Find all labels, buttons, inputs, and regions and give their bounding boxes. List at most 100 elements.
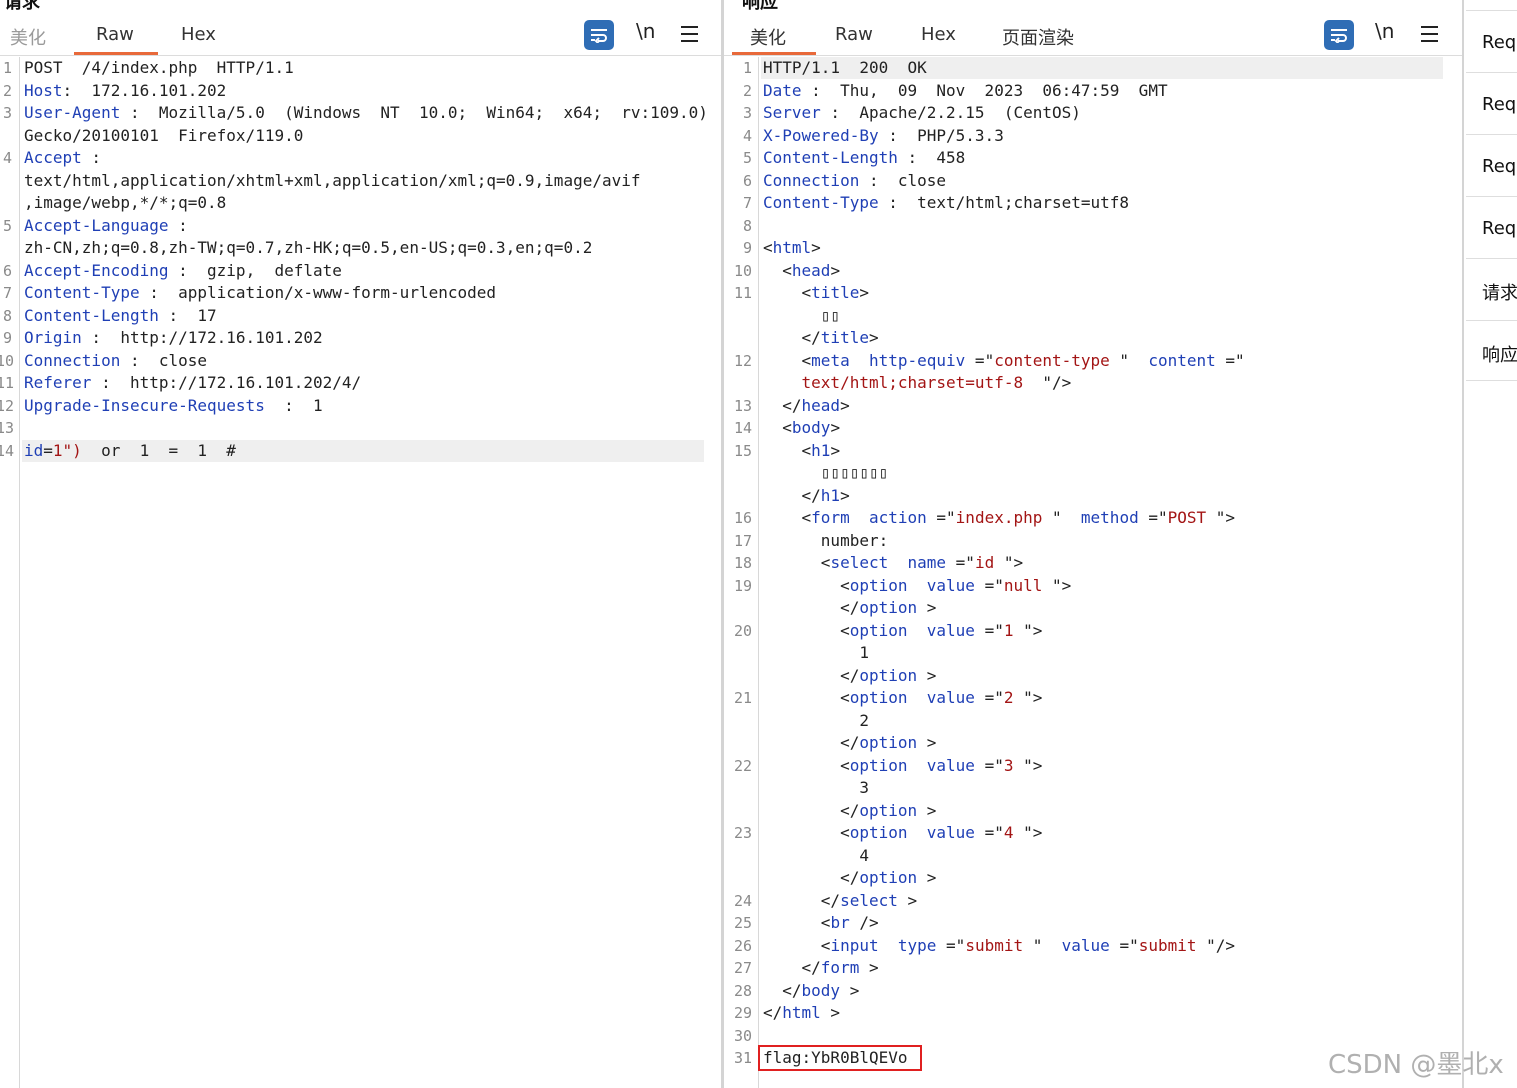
code-token: > — [859, 958, 879, 977]
line-number: 1 — [742, 59, 752, 77]
side-item-request-body[interactable]: Req — [1482, 156, 1516, 177]
code-token: 2 — [763, 710, 869, 730]
request-hamburger-menu-icon[interactable] — [681, 26, 698, 42]
inspector-side-panel: Req Req Req Req 请求 响应 — [1464, 0, 1517, 1088]
code-line: <option value ="1 "> — [763, 620, 1042, 642]
code-token: : PHP/5.3.3 — [878, 125, 1004, 145]
code-token: option — [849, 755, 908, 775]
code-token: Host — [24, 80, 63, 100]
code-token: POST /4/index.php HTTP/1.1 — [24, 58, 294, 77]
request-tab-raw[interactable]: Raw — [96, 24, 134, 45]
code-token: 4 — [763, 845, 869, 865]
line-number: 22 — [733, 756, 752, 775]
code-token: =" — [974, 575, 1004, 595]
code-token: =" — [965, 350, 995, 370]
side-separator — [1466, 196, 1517, 197]
code-token: < — [763, 913, 831, 932]
code-token: < — [763, 935, 831, 955]
side-separator — [1466, 380, 1517, 381]
code-token: option — [859, 598, 918, 617]
code-token: content — [1148, 350, 1216, 370]
code-token: : Apache/2.2.15 (CentOS) — [820, 103, 1081, 122]
code-token: action — [868, 508, 927, 527]
line-number: 21 — [733, 689, 752, 707]
line-number: 5 — [2, 216, 12, 235]
code-token: < — [763, 238, 773, 257]
code-token: /> — [849, 913, 879, 932]
line-number — [724, 485, 752, 507]
line-number: 9 — [742, 239, 752, 257]
request-newline-toggle[interactable]: \n — [636, 19, 655, 43]
code-token: "> — [1042, 575, 1072, 595]
side-item-request-headers[interactable]: 请求 — [1482, 279, 1517, 305]
code-token: h1 — [820, 485, 841, 505]
code-token: Accept-Encoding — [24, 260, 169, 280]
line-number — [724, 867, 752, 889]
code-token: : gzip, deflate — [168, 260, 342, 280]
request-tab-pretty[interactable]: 美化 — [10, 24, 46, 50]
code-token: : close — [120, 350, 208, 370]
side-separator — [1466, 72, 1517, 73]
code-line: </title> — [763, 327, 879, 349]
response-wrap-lines-button[interactable] — [1324, 20, 1354, 50]
response-tab-pretty[interactable]: 美化 — [750, 24, 786, 50]
code-token: > — [917, 868, 937, 887]
code-token: < — [763, 575, 850, 595]
line-number — [0, 237, 12, 259]
code-line: </option > — [763, 800, 936, 822]
side-item-request-query[interactable]: Req — [1482, 94, 1516, 115]
code-token: Connection — [763, 170, 860, 190]
line-number — [724, 665, 752, 687]
code-token: option — [849, 620, 908, 640]
line-number — [724, 732, 752, 754]
code-token: value — [926, 688, 975, 707]
code-line: POST /4/index.php HTTP/1.1 — [24, 57, 294, 79]
response-hamburger-menu-icon[interactable] — [1421, 26, 1438, 42]
code-token: > — [917, 598, 937, 617]
code-token: > — [917, 800, 937, 820]
code-token: =" — [974, 823, 1004, 842]
code-token: =" — [1109, 935, 1139, 955]
response-tab-hex[interactable]: Hex — [921, 24, 956, 45]
request-tab-hex[interactable]: Hex — [181, 24, 216, 45]
side-item-request-cookies[interactable]: Req — [1482, 218, 1516, 239]
code-line: text/html,application/xhtml+xml,applicat… — [24, 170, 641, 192]
response-newline-toggle[interactable]: \n — [1375, 19, 1394, 43]
code-token: = — [43, 440, 53, 460]
request-editor[interactable]: 1 POST /4/index.php HTTP/1.1 2 Host: 172.16… — [0, 57, 721, 1088]
line-number: 23 — [733, 824, 752, 842]
line-number — [724, 845, 752, 867]
code-token: < — [763, 283, 812, 302]
code-token: 1") — [52, 440, 82, 460]
code-token: Content-Type — [763, 193, 879, 212]
response-editor[interactable]: 1 HTTP/1.1 200 OK 2 Date : Thu, 09 Nov 2023… — [724, 57, 1462, 1088]
code-token: number: — [763, 530, 889, 550]
request-panel-title: 请求 — [4, 0, 40, 13]
code-token: meta — [811, 350, 850, 370]
code-token: "> — [1013, 688, 1043, 707]
side-item-request-attributes[interactable]: Req — [1482, 32, 1516, 53]
side-separator — [1466, 258, 1517, 259]
code-token: : close — [859, 170, 947, 190]
response-tab-raw[interactable]: Raw — [835, 24, 873, 45]
code-token: Content-Length — [24, 305, 159, 325]
request-wrap-lines-button[interactable] — [584, 20, 614, 50]
code-token: text/html,application/xhtml+xml,applicat… — [24, 170, 641, 190]
code-line: zh-CN,zh;q=0.8,zh-TW;q=0.7,zh-HK;q=0.5,e… — [24, 237, 592, 259]
code-token: =" — [974, 688, 1004, 707]
line-number: 12 — [733, 351, 752, 370]
code-token: > — [820, 1003, 841, 1022]
side-item-response-headers[interactable]: 响应 — [1482, 341, 1517, 367]
code-line: <meta http-equiv ="content-type " conten… — [763, 350, 1245, 372]
code-token: Content-Length — [763, 148, 898, 167]
code-line: Content-Type : text/html;charset=utf8 — [763, 192, 1129, 214]
code-token: value — [926, 620, 975, 640]
response-tab-render[interactable]: 页面渲染 — [1002, 24, 1074, 50]
code-token: > — [840, 485, 850, 505]
code-token: 1 — [763, 643, 869, 662]
code-line: <br /> — [763, 912, 879, 934]
code-token: =" — [1215, 350, 1245, 370]
code-token: value — [1061, 935, 1110, 955]
